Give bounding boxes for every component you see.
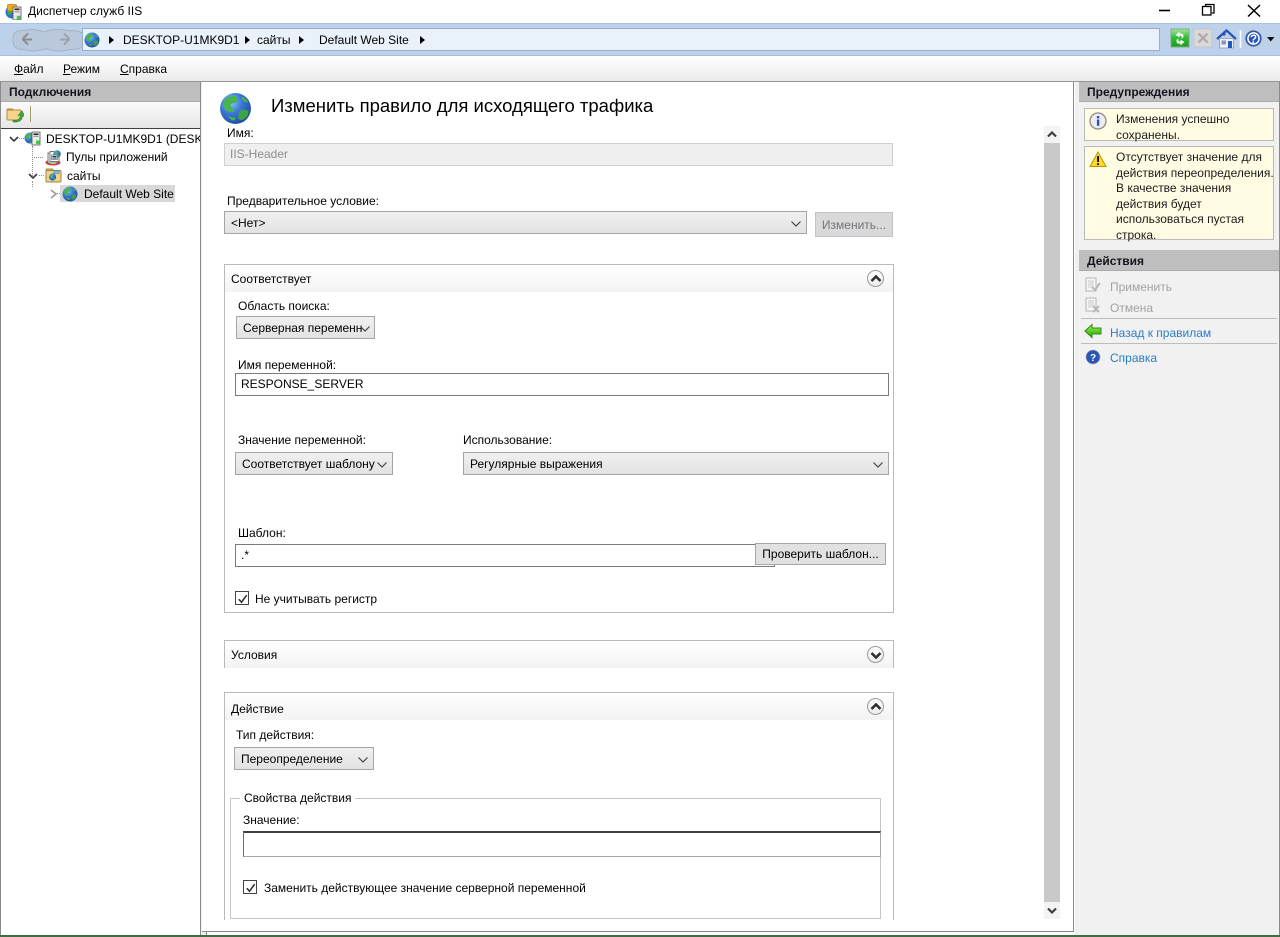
- svg-text:?: ?: [1090, 353, 1096, 364]
- svg-text:?: ?: [1250, 34, 1257, 46]
